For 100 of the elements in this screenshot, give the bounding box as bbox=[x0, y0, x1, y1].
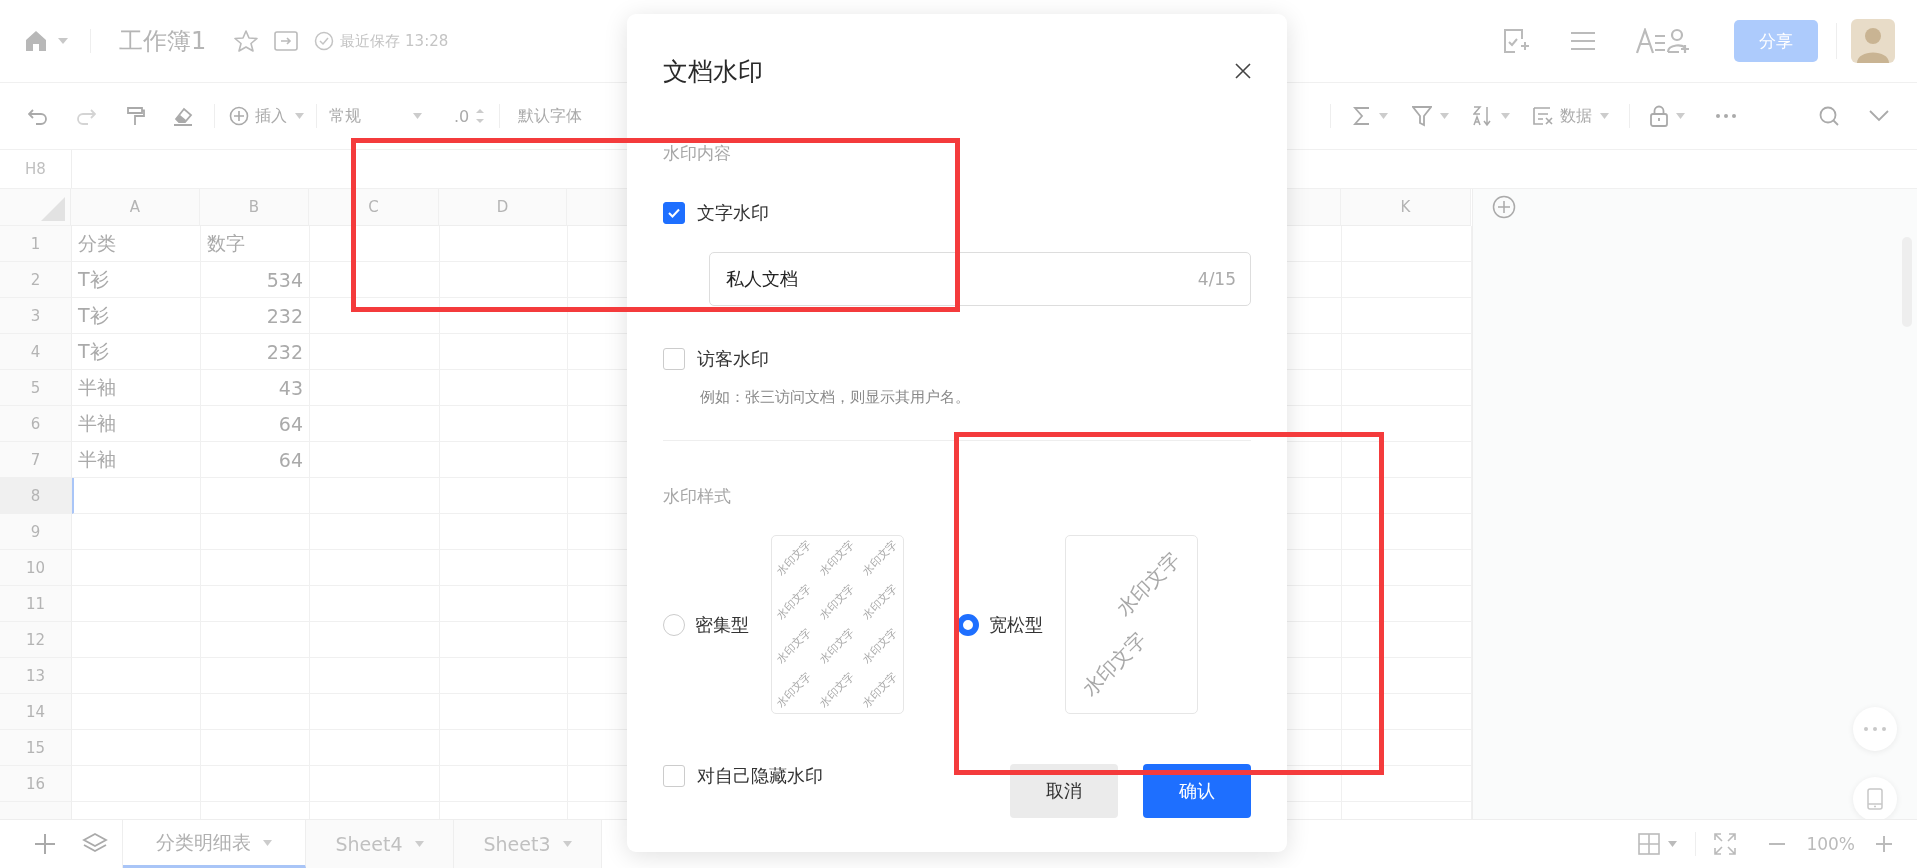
caret-icon[interactable] bbox=[1379, 113, 1388, 119]
column-header[interactable]: A bbox=[71, 189, 200, 226]
close-icon[interactable] bbox=[1235, 63, 1251, 79]
row-header[interactable]: 12 bbox=[0, 622, 72, 658]
fullscreen-icon[interactable] bbox=[1714, 833, 1737, 855]
table-cell: 232 bbox=[201, 298, 310, 334]
star-icon[interactable] bbox=[234, 30, 259, 52]
checkbox[interactable] bbox=[663, 202, 685, 224]
row-header[interactable]: 9 bbox=[0, 514, 72, 550]
caret-icon[interactable] bbox=[1440, 113, 1449, 119]
table-cell: 534 bbox=[201, 262, 310, 298]
row-header[interactable]: 4 bbox=[0, 334, 72, 370]
checkbox[interactable] bbox=[663, 765, 685, 787]
row-header[interactable]: 5 bbox=[0, 370, 72, 406]
add-circle-icon bbox=[229, 106, 249, 126]
watermark-text-field[interactable]: 私人文档 4/15 bbox=[709, 252, 1251, 306]
sheet-tab[interactable]: 分类明细表 bbox=[123, 820, 306, 868]
tablet-view-button[interactable] bbox=[1853, 777, 1897, 819]
undo-icon[interactable] bbox=[28, 107, 48, 125]
radio-button[interactable] bbox=[957, 613, 979, 636]
number-format-dropdown[interactable]: 常规 bbox=[329, 105, 361, 127]
search-icon[interactable] bbox=[1819, 106, 1839, 126]
radio-label[interactable]: 密集型 bbox=[695, 612, 749, 637]
caret-icon[interactable] bbox=[1501, 113, 1510, 119]
document-title[interactable]: 工作簿1 bbox=[119, 25, 207, 57]
select-all-icon[interactable] bbox=[41, 197, 65, 221]
table-cell: 半袖 bbox=[72, 370, 201, 406]
zoom-out-icon[interactable] bbox=[1768, 842, 1787, 846]
lock-icon[interactable] bbox=[1650, 105, 1668, 127]
add-sheet-icon[interactable] bbox=[34, 833, 56, 855]
table-cell: T衫 bbox=[72, 334, 201, 370]
share-button[interactable]: 分享 bbox=[1734, 20, 1818, 62]
column-header[interactable]: D bbox=[439, 189, 567, 226]
row-header[interactable]: 3 bbox=[0, 298, 72, 334]
more-button[interactable] bbox=[1853, 707, 1897, 751]
saved-check-icon bbox=[314, 31, 335, 51]
character-counter: 4/15 bbox=[1197, 269, 1236, 289]
eraser-icon[interactable] bbox=[172, 106, 194, 126]
grid-view-icon[interactable] bbox=[1638, 833, 1661, 855]
checkbox-label[interactable]: 对自己隐藏水印 bbox=[697, 764, 823, 788]
sheet-tab[interactable]: Sheet4 bbox=[306, 820, 454, 868]
caret-icon[interactable] bbox=[295, 113, 304, 119]
caret-icon[interactable] bbox=[58, 38, 68, 44]
row-header[interactable]: 14 bbox=[0, 694, 72, 730]
checkbox-label[interactable]: 文字水印 bbox=[697, 201, 769, 225]
move-to-folder-icon[interactable] bbox=[274, 31, 299, 51]
row-header[interactable]: 1 bbox=[0, 226, 72, 262]
watermark-sample-text: 水印文字 bbox=[817, 670, 857, 710]
caret-icon[interactable] bbox=[413, 113, 422, 119]
watermark-sample-text: 水印文字 bbox=[860, 626, 900, 666]
row-header[interactable]: 8 bbox=[0, 478, 72, 514]
caret-icon[interactable] bbox=[1600, 113, 1609, 119]
cell-reference[interactable]: H8 bbox=[0, 150, 72, 188]
decimal-places[interactable]: .0 bbox=[454, 106, 470, 126]
row-header[interactable]: 7 bbox=[0, 442, 72, 478]
text-style-icon[interactable] bbox=[1636, 28, 1666, 54]
table-cell: 64 bbox=[201, 406, 310, 442]
column-header[interactable]: K bbox=[1341, 189, 1471, 226]
watermark-sample-text: 水印文字 bbox=[860, 538, 900, 578]
table-cell: 分类 bbox=[72, 226, 201, 262]
filter-icon[interactable] bbox=[1412, 105, 1432, 127]
table-cell: T衫 bbox=[72, 262, 201, 298]
column-header[interactable]: B bbox=[200, 189, 309, 226]
caret-icon[interactable] bbox=[1668, 841, 1678, 847]
row-header[interactable]: 15 bbox=[0, 730, 72, 766]
collapse-chevron-icon[interactable] bbox=[1869, 110, 1889, 122]
menu-icon[interactable] bbox=[1570, 30, 1596, 52]
data-button[interactable]: 数据 bbox=[1532, 105, 1592, 127]
radio-label[interactable]: 宽松型 bbox=[989, 612, 1043, 637]
format-painter-icon[interactable] bbox=[126, 106, 146, 126]
row-header[interactable]: 6 bbox=[0, 406, 72, 442]
stepper-icon[interactable] bbox=[475, 106, 486, 126]
row-header[interactable]: 16 bbox=[0, 766, 72, 802]
sheet-tab[interactable]: Sheet3 bbox=[454, 820, 602, 868]
document-check-icon[interactable] bbox=[1502, 27, 1530, 55]
checkbox-label[interactable]: 访客水印 bbox=[697, 347, 769, 371]
sort-icon[interactable] bbox=[1473, 105, 1493, 127]
insert-button[interactable]: 插入 bbox=[229, 105, 287, 127]
row-header[interactable]: 2 bbox=[0, 262, 72, 298]
column-header[interactable]: C bbox=[309, 189, 439, 226]
watermark-sample-text: 水印文字 bbox=[860, 670, 900, 710]
font-dropdown[interactable]: 默认字体 bbox=[518, 105, 583, 127]
checkbox[interactable] bbox=[663, 348, 685, 370]
table-cell: 64 bbox=[201, 442, 310, 478]
sum-icon[interactable] bbox=[1353, 106, 1371, 126]
watermark-sample-text: 水印文字 bbox=[774, 626, 814, 666]
caret-icon[interactable] bbox=[1676, 113, 1685, 119]
redo-icon[interactable] bbox=[76, 107, 96, 125]
section-label: 水印内容 bbox=[663, 142, 731, 165]
home-icon[interactable] bbox=[24, 30, 48, 52]
zoom-in-icon[interactable] bbox=[1875, 835, 1893, 853]
more-icon[interactable] bbox=[1715, 113, 1737, 119]
row-header[interactable]: 11 bbox=[0, 586, 72, 622]
add-column-icon[interactable] bbox=[1492, 195, 1516, 219]
row-header[interactable]: 10 bbox=[0, 550, 72, 586]
watermark-preview[interactable]: 水印文字 水印文字 bbox=[1065, 535, 1198, 714]
zoom-level: 100% bbox=[1806, 834, 1855, 854]
row-header[interactable]: 13 bbox=[0, 658, 72, 694]
avatar[interactable] bbox=[1851, 19, 1895, 63]
watermark-preview[interactable]: 水印文字 水印文字 水印文字 水印文字 水印文字 水印文字 水印文字 水印文字 水印文字 水印文字 水印文字 水印文字 bbox=[771, 535, 904, 714]
